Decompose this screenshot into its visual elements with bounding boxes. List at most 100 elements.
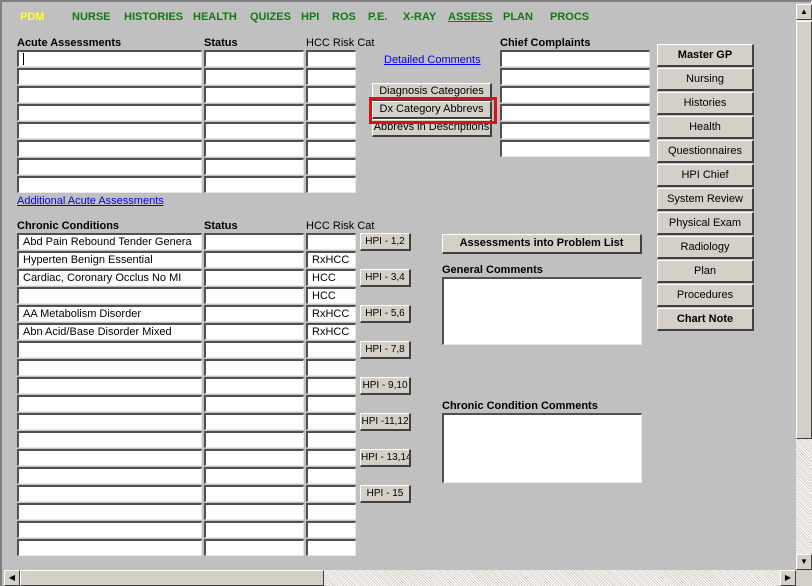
chronic-hcc-field[interactable]: RxHCC <box>306 305 356 322</box>
chronic-condition-field[interactable]: AA Metabolism Disorder <box>17 305 202 322</box>
chronic-condition-field[interactable] <box>17 341 202 358</box>
chronic-status-field[interactable] <box>204 467 304 484</box>
chronic-status-field[interactable] <box>204 233 304 250</box>
chronic-hcc-field[interactable]: RxHCC <box>306 251 356 268</box>
chronic-condition-field[interactable] <box>17 395 202 412</box>
acute-status-field[interactable] <box>204 50 304 67</box>
sidebar-item-chart-note[interactable]: Chart Note <box>657 308 754 331</box>
vertical-scroll-thumb[interactable] <box>796 21 812 439</box>
acute-status-field[interactable] <box>204 68 304 85</box>
acute-assessment-field[interactable] <box>17 104 202 121</box>
scroll-up-button[interactable]: ▲ <box>796 4 812 20</box>
chronic-hcc-field[interactable] <box>306 431 356 448</box>
chronic-status-field[interactable] <box>204 251 304 268</box>
acute-status-field[interactable] <box>204 176 304 193</box>
sidebar-item-nursing[interactable]: Nursing <box>657 68 754 91</box>
hpi-button[interactable]: HPI - 7,8 <box>360 341 411 359</box>
chronic-condition-field[interactable]: Abn Acid/Base Disorder Mixed <box>17 323 202 340</box>
chronic-status-field[interactable] <box>204 359 304 376</box>
acute-status-field[interactable] <box>204 158 304 175</box>
chronic-status-field[interactable] <box>204 341 304 358</box>
acute-assessment-field[interactable] <box>17 140 202 157</box>
chief-complaint-field[interactable] <box>500 122 650 139</box>
sidebar-item-procedures[interactable]: Procedures <box>657 284 754 307</box>
chronic-condition-field[interactable]: Hyperten Benign Essential <box>17 251 202 268</box>
nav-quizes[interactable]: QUIZES <box>250 11 291 23</box>
nav-plan[interactable]: PLAN <box>503 11 533 23</box>
hpi-button[interactable]: HPI - 5,6 <box>360 305 411 323</box>
nav-health[interactable]: HEALTH <box>193 11 237 23</box>
chronic-hcc-field[interactable] <box>306 395 356 412</box>
sidebar-item-hpi-chief[interactable]: HPI Chief <box>657 164 754 187</box>
chronic-condition-field[interactable] <box>17 539 202 556</box>
acute-status-field[interactable] <box>204 122 304 139</box>
chronic-condition-field[interactable] <box>17 467 202 484</box>
acute-hcc-field[interactable] <box>306 158 356 175</box>
sidebar-item-questionnaires[interactable]: Questionnaires <box>657 140 754 163</box>
chronic-condition-field[interactable] <box>17 503 202 520</box>
chronic-hcc-field[interactable]: HCC <box>306 269 356 286</box>
chief-complaint-field[interactable] <box>500 140 650 157</box>
chronic-status-field[interactable] <box>204 305 304 322</box>
acute-hcc-field[interactable] <box>306 86 356 103</box>
chronic-status-field[interactable] <box>204 539 304 556</box>
chronic-hcc-field[interactable] <box>306 521 356 538</box>
sidebar-item-health[interactable]: Health <box>657 116 754 139</box>
sidebar-item-physical-exam[interactable]: Physical Exam <box>657 212 754 235</box>
chronic-condition-field[interactable] <box>17 413 202 430</box>
acute-hcc-field[interactable] <box>306 122 356 139</box>
chronic-status-field[interactable] <box>204 413 304 430</box>
hpi-button[interactable]: HPI - 15 <box>360 485 411 503</box>
chronic-status-field[interactable] <box>204 431 304 448</box>
acute-hcc-field[interactable] <box>306 104 356 121</box>
sidebar-item-histories[interactable]: Histories <box>657 92 754 115</box>
general-comments-textarea[interactable] <box>442 277 642 345</box>
chief-complaint-field[interactable] <box>500 104 650 121</box>
chief-complaint-field[interactable] <box>500 68 650 85</box>
scroll-left-button[interactable]: ◀ <box>4 570 20 586</box>
chronic-hcc-field[interactable] <box>306 449 356 466</box>
acute-hcc-field[interactable] <box>306 176 356 193</box>
chronic-status-field[interactable] <box>204 485 304 502</box>
chronic-condition-field[interactable] <box>17 287 202 304</box>
sidebar-item-radiology[interactable]: Radiology <box>657 236 754 259</box>
hpi-button[interactable]: HPI - 13,14 <box>360 449 411 467</box>
nav-nurse[interactable]: NURSE <box>72 11 111 23</box>
chief-complaint-field[interactable] <box>500 50 650 67</box>
chief-complaint-field[interactable] <box>500 86 650 103</box>
acute-assessment-field[interactable] <box>17 68 202 85</box>
hpi-button[interactable]: HPI - 1,2 <box>360 233 411 251</box>
vertical-scrollbar[interactable]: ▲ ▼ <box>796 4 812 570</box>
detailed-comments-link[interactable]: Detailed Comments <box>384 54 481 66</box>
assessments-into-problem-list-button[interactable]: Assessments into Problem List <box>442 234 642 254</box>
horizontal-scrollbar[interactable]: ◀ ▶ <box>4 570 796 586</box>
chronic-status-field[interactable] <box>204 287 304 304</box>
chronic-hcc-field[interactable] <box>306 377 356 394</box>
chronic-condition-field[interactable] <box>17 449 202 466</box>
sidebar-item-plan[interactable]: Plan <box>657 260 754 283</box>
hpi-button[interactable]: HPI - 3,4 <box>360 269 411 287</box>
nav-assess[interactable]: ASSESS <box>448 11 493 23</box>
chronic-condition-comments-textarea[interactable] <box>442 413 642 483</box>
chronic-hcc-field[interactable] <box>306 413 356 430</box>
horizontal-scroll-thumb[interactable] <box>20 570 324 586</box>
acute-hcc-field[interactable] <box>306 50 356 67</box>
acute-assessment-field[interactable] <box>17 158 202 175</box>
chronic-hcc-field[interactable] <box>306 341 356 358</box>
hpi-button[interactable]: HPI - 9,10 <box>360 377 411 395</box>
acute-hcc-field[interactable] <box>306 140 356 157</box>
nav-procs[interactable]: PROCS <box>550 11 589 23</box>
acute-hcc-field[interactable] <box>306 68 356 85</box>
chronic-status-field[interactable] <box>204 521 304 538</box>
additional-acute-assessments-link[interactable]: Additional Acute Assessments <box>17 195 164 207</box>
chronic-hcc-field[interactable] <box>306 539 356 556</box>
chronic-status-field[interactable] <box>204 503 304 520</box>
acute-assessment-field[interactable] <box>17 176 202 193</box>
sidebar-item-master-gp[interactable]: Master GP <box>657 44 754 67</box>
acute-status-field[interactable] <box>204 140 304 157</box>
chronic-condition-field[interactable]: Cardiac, Coronary Occlus No MI <box>17 269 202 286</box>
acute-assessment-field[interactable] <box>17 86 202 103</box>
acute-assessment-field[interactable] <box>17 122 202 139</box>
scroll-down-button[interactable]: ▼ <box>796 554 812 570</box>
chronic-hcc-field[interactable] <box>306 503 356 520</box>
